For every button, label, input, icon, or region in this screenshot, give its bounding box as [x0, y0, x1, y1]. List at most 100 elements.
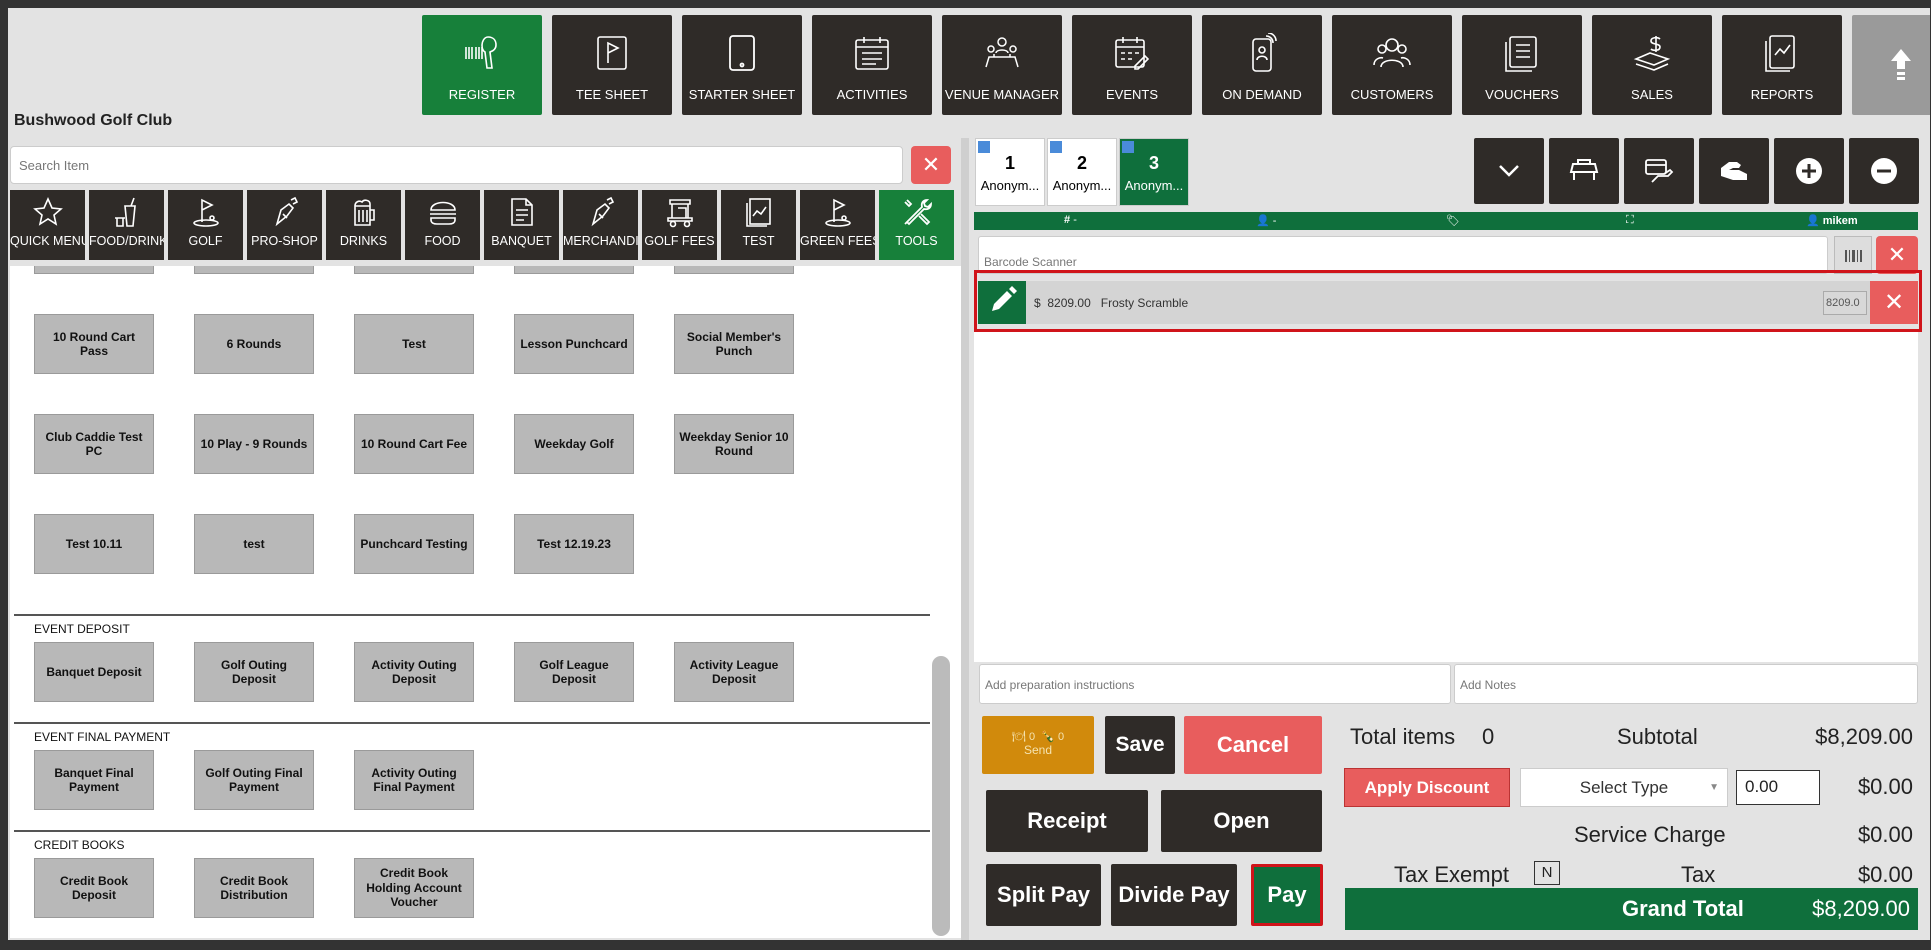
item-tile[interactable]: Lesson Punchcard — [514, 314, 634, 374]
item-tile[interactable]: 6 Rounds — [194, 314, 314, 374]
category-test[interactable]: TEST — [721, 190, 796, 260]
collapse-nav-button[interactable] — [1852, 15, 1930, 115]
open-button[interactable]: Open — [1161, 790, 1322, 852]
item-tile[interactable]: Punchcard Testing — [354, 514, 474, 574]
item-tile[interactable]: Golf Outing Deposit — [194, 642, 314, 702]
item-tile[interactable] — [34, 266, 154, 274]
dropdown-button[interactable] — [1474, 138, 1544, 204]
item-tile[interactable]: 10 Round Cart Pass — [34, 314, 154, 374]
category-golf[interactable]: GOLF — [168, 190, 243, 260]
item-tile[interactable]: 10 Play - 9 Rounds — [194, 414, 314, 474]
nav-tee-sheet[interactable]: TEE SHEET — [552, 15, 672, 115]
tablet-icon — [729, 35, 755, 71]
item-tile[interactable]: Credit Book Distribution — [194, 858, 314, 918]
category-food-drink[interactable]: FOOD/DRINK — [89, 190, 164, 260]
tax-exempt-toggle[interactable]: N — [1534, 861, 1560, 885]
item-tile[interactable]: Test — [354, 314, 474, 374]
item-tile[interactable]: 10 Round Cart Fee — [354, 414, 474, 474]
item-tile[interactable]: Banquet Final Payment — [34, 750, 154, 810]
item-tile[interactable]: Weekday Senior 10 Round — [674, 414, 794, 474]
category-drinks[interactable]: DRINKS — [326, 190, 401, 260]
pay-button[interactable]: Pay — [1251, 864, 1323, 926]
category-green-fees[interactable]: GREEN FEES — [800, 190, 875, 260]
discount-value-input[interactable]: 0.00 — [1736, 770, 1820, 805]
nav-events[interactable]: EVENTS — [1072, 15, 1192, 115]
category-label: BANQUET — [491, 234, 552, 248]
divide-pay-button[interactable]: Divide Pay — [1111, 864, 1237, 926]
add-ticket-button[interactable] — [1774, 138, 1844, 204]
item-tile[interactable] — [194, 266, 314, 274]
item-tile[interactable]: Activity Outing Deposit — [354, 642, 474, 702]
category-pro-shop[interactable]: PRO-SHOP — [247, 190, 322, 260]
nav-sales[interactable]: SALES — [1592, 15, 1712, 115]
item-tile[interactable]: Golf Outing Final Payment — [194, 750, 314, 810]
receipt-button[interactable]: Receipt — [986, 790, 1148, 852]
hand-money-icon — [1721, 162, 1747, 180]
nav-on-demand[interactable]: ON DEMAND — [1202, 15, 1322, 115]
item-tile[interactable]: Activity League Deposit — [674, 642, 794, 702]
clear-barcode-button[interactable]: ✕ — [1876, 236, 1918, 274]
cancel-button[interactable]: Cancel — [1184, 716, 1322, 774]
remove-ticket-button[interactable] — [1849, 138, 1919, 204]
send-button[interactable]: 🍽 0 🍾 0 Send — [982, 716, 1094, 774]
category-banquet[interactable]: BANQUET — [484, 190, 559, 260]
clear-search-button[interactable]: ✕ — [911, 146, 951, 184]
item-tile[interactable]: Credit Book Deposit — [34, 858, 154, 918]
item-tile[interactable]: Golf League Deposit — [514, 642, 634, 702]
item-tile[interactable]: test — [194, 514, 314, 574]
split-pay-button[interactable]: Split Pay — [986, 864, 1101, 926]
category-merchandise[interactable]: MERCHANDI — [563, 190, 638, 260]
ticket-number: 1 — [1004, 153, 1015, 173]
item-tile[interactable]: Club Caddie Test PC — [34, 414, 154, 474]
item-tile[interactable] — [514, 266, 634, 274]
nav-reports[interactable]: REPORTS — [1722, 15, 1842, 115]
nav-starter-sheet[interactable]: STARTER SHEET — [682, 15, 802, 115]
tag-icon[interactable]: 🏷 — [1446, 214, 1460, 227]
nav-customers[interactable]: CUSTOMERS — [1332, 15, 1452, 115]
category-quick-menu[interactable]: QUICK MENU — [10, 190, 85, 260]
hand-card-button[interactable] — [1624, 138, 1694, 204]
notes-input[interactable]: Add Notes — [1454, 664, 1918, 704]
nav-activities[interactable]: ACTIVITIES — [812, 15, 932, 115]
category-golf-fees[interactable]: GOLF FEES — [642, 190, 717, 260]
category-food[interactable]: FOOD — [405, 190, 480, 260]
golf-icon — [825, 198, 851, 227]
table-button[interactable] — [1549, 138, 1619, 204]
nav-vouchers[interactable]: VOUCHERS — [1462, 15, 1582, 115]
search-input[interactable]: Search Item — [10, 146, 903, 184]
item-tile[interactable] — [674, 266, 794, 274]
scrollbar-thumb[interactable] — [932, 656, 950, 936]
item-tile[interactable]: Social Member's Punch — [674, 314, 794, 374]
nav-venue-manager[interactable]: VENUE MANAGER — [942, 15, 1062, 115]
ticket-number: 2 — [1076, 153, 1087, 173]
money-icon — [1633, 36, 1671, 71]
barcode-scanner-input[interactable]: Barcode Scanner — [978, 236, 1828, 274]
ticket-tab-1[interactable]: 1 Anonym... — [975, 138, 1045, 206]
item-tile[interactable]: Test 10.11 — [34, 514, 154, 574]
preparation-instructions-input[interactable]: Add preparation instructions — [979, 664, 1451, 704]
item-tile[interactable]: Weekday Golf — [514, 414, 634, 474]
pos-app: REGISTER TEE SHEET STARTER SHEET ACTIVIT… — [8, 8, 1930, 940]
customer-info[interactable]: 👤 - — [1256, 214, 1276, 227]
payment-hand-button[interactable] — [1699, 138, 1769, 204]
barcode-icon[interactable] — [1834, 236, 1872, 274]
item-tile[interactable]: Credit Book Holding Account Voucher — [354, 858, 474, 918]
discount-type-select[interactable]: Select Type ▼ — [1520, 768, 1728, 807]
arrow-up-icon — [1891, 49, 1911, 80]
panel-divider[interactable] — [961, 138, 969, 940]
tax-value: $0.00 — [1857, 862, 1913, 887]
ticket-tab-2[interactable]: 2 Anonym... — [1047, 138, 1117, 206]
nav-register[interactable]: REGISTER — [422, 15, 542, 115]
item-tile[interactable] — [354, 266, 474, 274]
table-number[interactable]: # - — [1064, 214, 1077, 226]
subtotal-label: Subtotal — [1617, 724, 1698, 749]
ticket-tab-3[interactable]: 3 Anonym... — [1119, 138, 1189, 206]
item-tile[interactable]: Activity Outing Final Payment — [354, 750, 474, 810]
category-tools[interactable]: TOOLS — [879, 190, 954, 260]
table-icon[interactable]: ⛶ — [1626, 214, 1634, 227]
report-icon — [1765, 35, 1795, 72]
item-tile[interactable]: Test 12.19.23 — [514, 514, 634, 574]
apply-discount-button[interactable]: Apply Discount — [1344, 768, 1510, 807]
item-tile[interactable]: Banquet Deposit — [34, 642, 154, 702]
save-button[interactable]: Save — [1105, 716, 1175, 774]
